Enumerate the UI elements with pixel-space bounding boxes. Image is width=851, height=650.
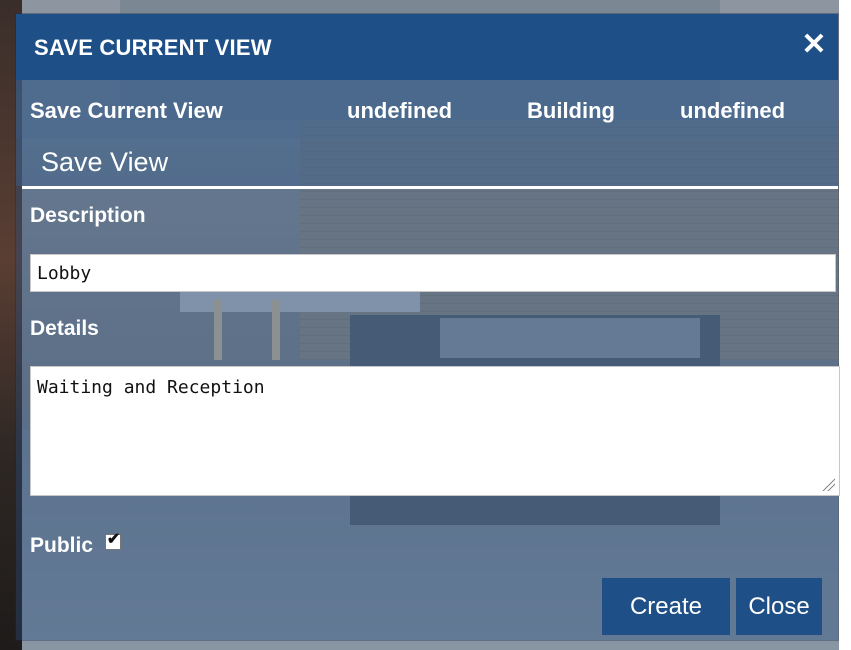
section-header: Save View bbox=[16, 138, 838, 186]
info-bar: Save Current View undefined Building und… bbox=[16, 80, 838, 138]
section-title: Save View bbox=[41, 147, 169, 177]
info-item-view-name: Save Current View bbox=[30, 98, 223, 123]
dialog-title: SAVE CURRENT VIEW bbox=[34, 35, 272, 60]
public-field: Public ✔ bbox=[30, 531, 121, 558]
save-view-dialog: SAVE CURRENT VIEW ✕ Save Current View un… bbox=[16, 14, 840, 640]
description-label: Description bbox=[30, 204, 146, 227]
close-icon[interactable]: ✕ bbox=[798, 29, 830, 61]
public-label: Public bbox=[30, 534, 94, 557]
description-input[interactable] bbox=[30, 254, 836, 292]
scene-right-edge bbox=[839, 0, 851, 650]
section-divider bbox=[22, 186, 838, 189]
info-item-value: undefined bbox=[347, 98, 453, 123]
info-item-value: undefined bbox=[680, 98, 786, 123]
checkmark-icon: ✔ bbox=[106, 531, 121, 548]
public-checkbox[interactable]: ✔ bbox=[104, 531, 121, 550]
dialog-titlebar: SAVE CURRENT VIEW ✕ bbox=[16, 14, 838, 80]
details-label: Details bbox=[30, 317, 99, 340]
create-button[interactable]: Create bbox=[602, 578, 730, 635]
details-textarea[interactable]: Waiting and Reception bbox=[30, 366, 840, 496]
info-item-building: Building bbox=[527, 98, 615, 123]
resize-handle[interactable] bbox=[821, 477, 835, 491]
close-button[interactable]: Close bbox=[736, 578, 822, 635]
details-text: Waiting and Reception bbox=[37, 377, 265, 398]
